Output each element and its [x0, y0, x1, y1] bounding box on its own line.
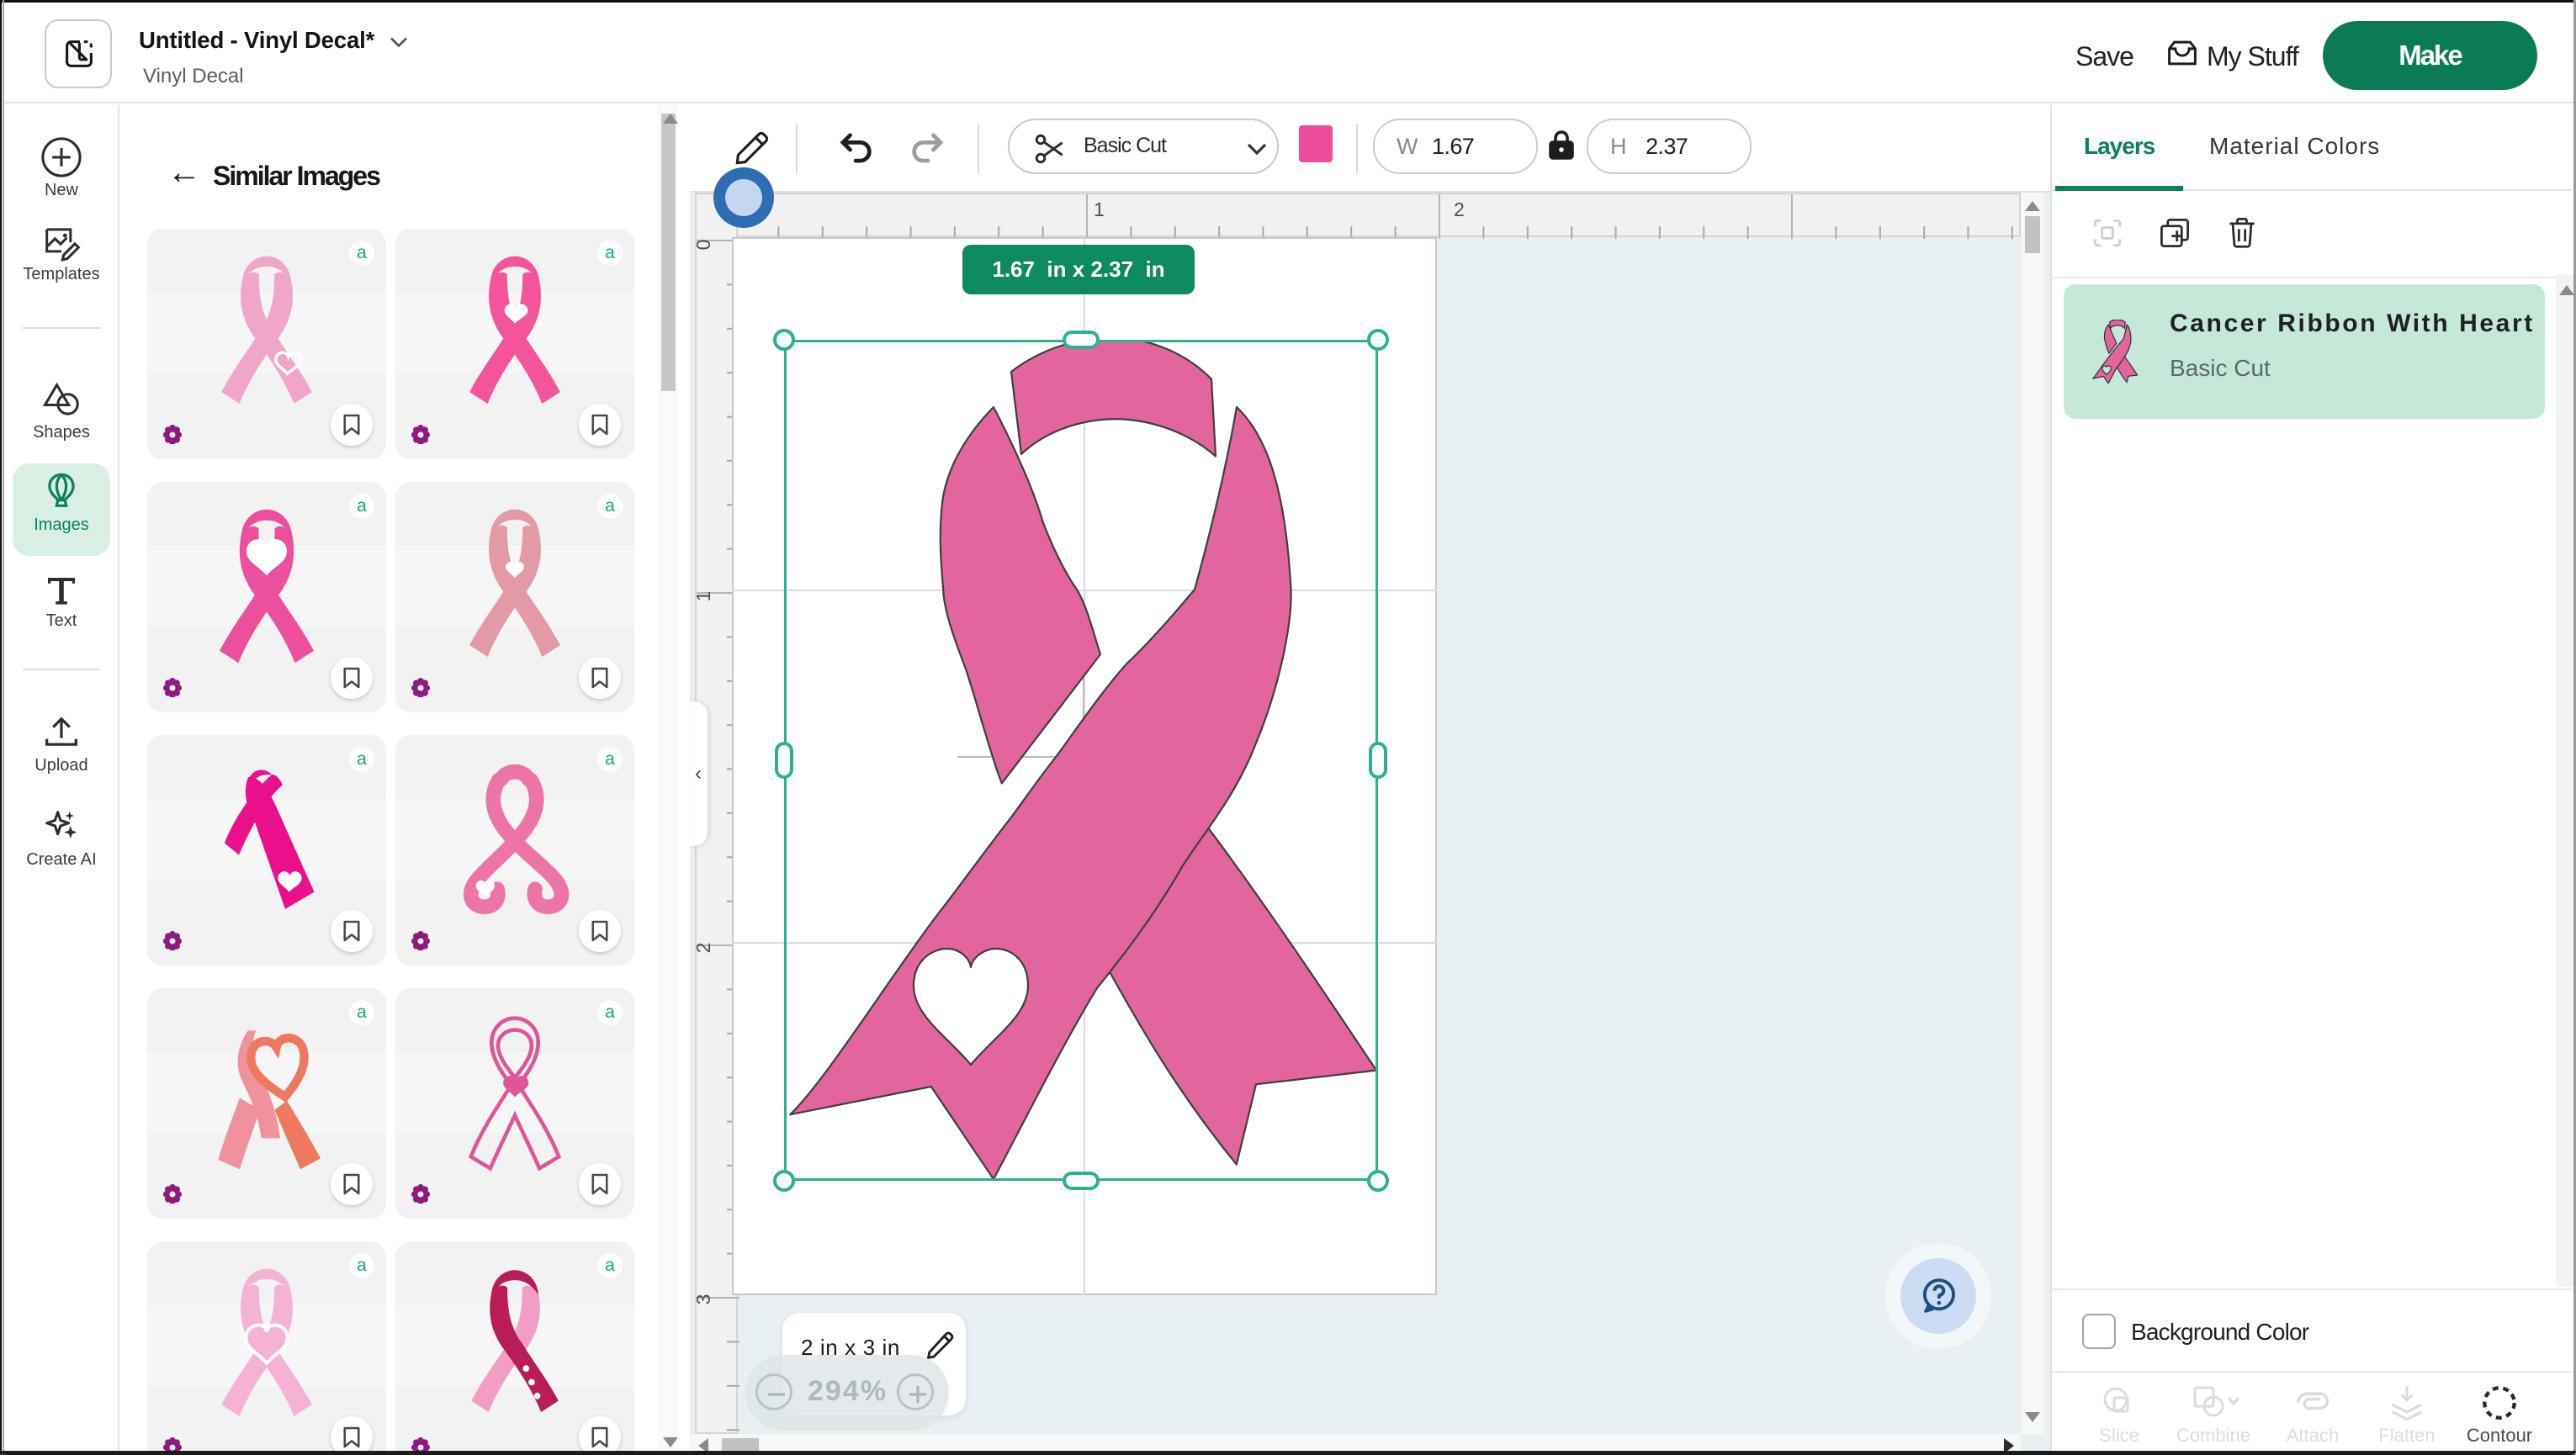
svg-text:2: 2 — [1454, 198, 1465, 220]
svg-text:1: 1 — [1094, 198, 1105, 220]
svg-text:2: 2 — [697, 943, 714, 954]
svg-text:3: 3 — [697, 1294, 714, 1305]
svg-text:1: 1 — [697, 591, 714, 602]
svg-text:0: 0 — [697, 240, 714, 251]
